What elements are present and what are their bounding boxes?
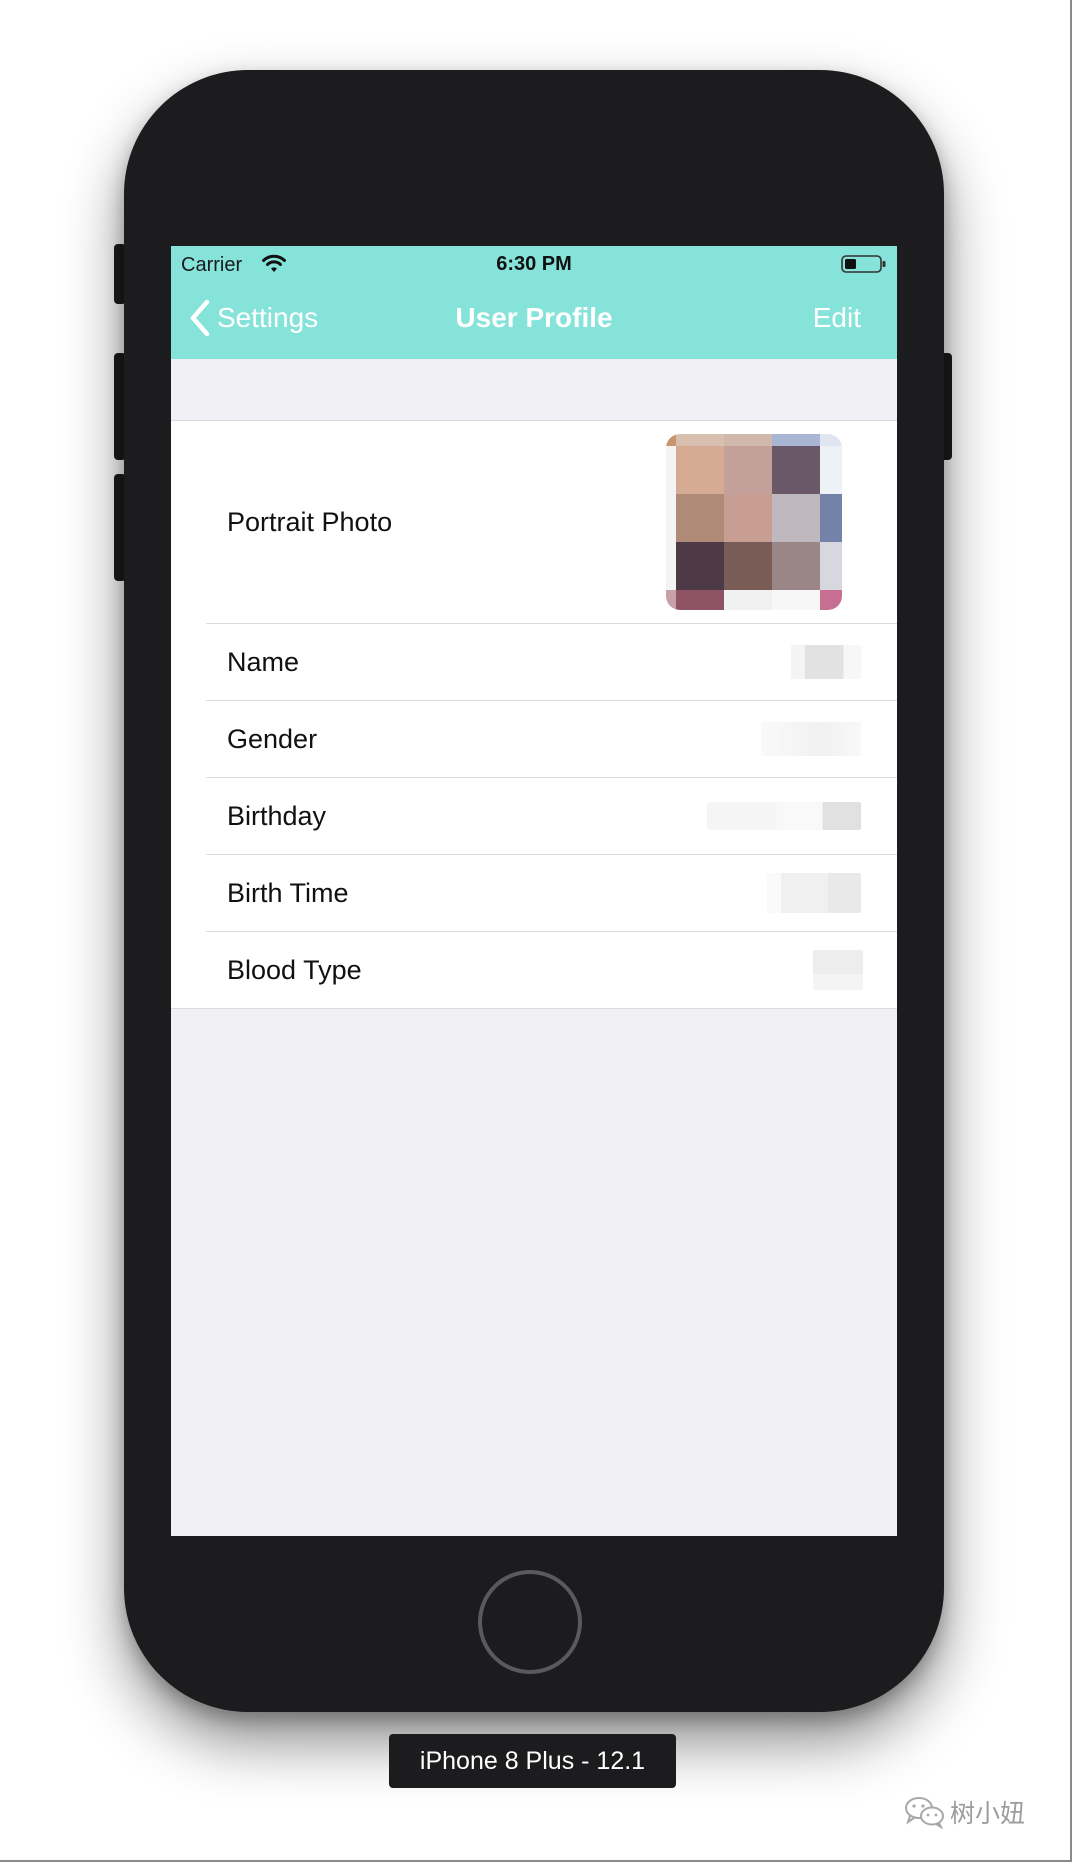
home-button[interactable] [478,1570,582,1674]
name-value-redacted [791,645,861,679]
status-time: 6:30 PM [496,253,572,275]
page-title: User Profile [455,302,613,333]
simulator-stage: Carrier 6:30 PM Settings User Profile Ed… [0,0,1072,1862]
row-label-name: Name [227,646,300,677]
profile-table: Portrait Photo Name Gender Birthday Birt… [171,420,897,1009]
portrait-photo[interactable] [666,434,842,610]
birth-time-value-redacted [767,873,861,913]
row-label-birth-time: Birth Time [227,877,349,908]
row-gender[interactable]: Gender [171,701,897,777]
watermark-text: 树小妞 [950,1800,1026,1828]
row-birth-time[interactable]: Birth Time [171,855,897,931]
row-label-birthday: Birthday [227,800,327,831]
blood-type-value-redacted [813,950,863,990]
device-label: iPhone 8 Plus - 12.1 [389,1734,676,1788]
row-label-portrait-photo: Portrait Photo [227,506,393,537]
navigation-bar: Carrier 6:30 PM Settings User Profile Ed… [171,246,897,359]
edit-button[interactable]: Edit [813,302,861,334]
phone-screen: Carrier 6:30 PM Settings User Profile Ed… [171,246,897,1536]
row-birthday[interactable]: Birthday [171,778,897,854]
watermark: 树小妞 [904,1794,1025,1830]
row-label-gender: Gender [227,723,318,754]
birthday-value-redacted [707,802,861,830]
row-name[interactable]: Name [171,624,897,700]
gender-value-redacted [761,722,861,756]
row-label-blood-type: Blood Type [227,954,362,985]
row-portrait-photo[interactable]: Portrait Photo [171,421,897,623]
row-blood-type[interactable]: Blood Type [171,932,897,1008]
battery-icon [841,255,886,273]
wechat-icon [905,1797,944,1829]
